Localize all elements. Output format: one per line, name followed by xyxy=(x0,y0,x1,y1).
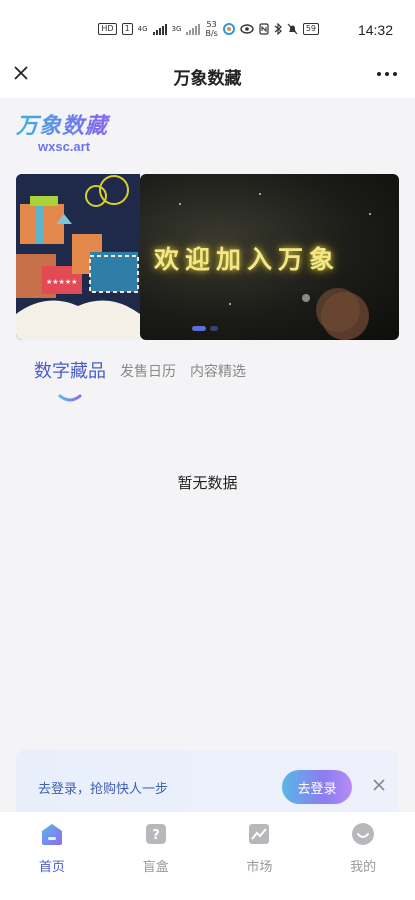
more-icon[interactable] xyxy=(377,72,397,76)
market-icon xyxy=(249,824,270,844)
banner-slide-gifts[interactable]: ★★★★★ xyxy=(16,174,140,340)
logo-domain: wxsc.art xyxy=(38,139,91,154)
signal-3g-label: 3G xyxy=(171,25,182,33)
svg-text:★★★★★: ★★★★★ xyxy=(46,278,77,286)
title-bar: 万象数藏 xyxy=(0,56,415,98)
signal-4g-label: 4G xyxy=(137,25,148,33)
bluetooth-icon xyxy=(274,23,282,35)
logo-name: 万象数藏 xyxy=(16,114,146,140)
gift-boxes-illustration: ★★★★★ xyxy=(16,174,140,340)
status-icons: HD 1 4G 3G 53 B/s 59 xyxy=(98,20,319,38)
mute-bell-icon xyxy=(287,23,298,35)
nfc-icon xyxy=(259,23,269,35)
login-button[interactable]: 去登录 xyxy=(282,770,352,804)
blind-box-icon: ? xyxy=(145,824,166,844)
nav-label-blind-box: 盲盒 xyxy=(142,860,169,875)
nav-label-market: 市场 xyxy=(246,860,273,875)
bottom-nav: 首页 ? 盲盒 市场 我的 xyxy=(0,812,415,900)
tab-featured-content[interactable]: 内容精选 xyxy=(190,362,246,382)
login-prompt-message: 去登录，抢购快人一步 xyxy=(38,782,169,797)
nav-item-profile[interactable]: 我的 xyxy=(323,812,403,900)
brand-logo: 万象数藏 wxsc.art xyxy=(16,114,146,156)
empty-state-text: 暂无数据 xyxy=(177,474,238,492)
hd-badge: HD xyxy=(98,23,117,35)
speed-unit: B/s xyxy=(205,29,218,38)
profile-icon xyxy=(352,823,375,845)
banner-slide-welcome[interactable]: 欢迎加入万象 xyxy=(140,174,399,340)
tab-active-indicator xyxy=(58,394,82,402)
app-indicator-icon xyxy=(222,23,235,35)
speed-value: 53 xyxy=(206,20,217,29)
banner-carousel[interactable]: ★★★★★ 欢迎加入万象 xyxy=(16,174,399,340)
eye-icon xyxy=(240,24,254,34)
tab-digital-collectibles[interactable]: 数字藏品 xyxy=(34,362,106,382)
signal-icon-2 xyxy=(186,23,201,35)
signal-icon xyxy=(152,23,167,35)
status-time: 14:32 xyxy=(357,22,393,38)
carousel-dot-active[interactable] xyxy=(192,326,206,331)
network-speed: 53 B/s xyxy=(205,20,217,38)
content-tabs: 数字藏品 发售日历 内容精选 xyxy=(34,362,246,382)
tab-release-calendar[interactable]: 发售日历 xyxy=(120,362,176,382)
nav-item-market[interactable]: 市场 xyxy=(219,812,299,900)
carousel-dot[interactable] xyxy=(210,326,218,331)
close-icon[interactable] xyxy=(372,778,386,792)
carousel-dots xyxy=(192,326,218,331)
nav-item-blind-box[interactable]: ? 盲盒 xyxy=(116,812,196,900)
sim-badge: 1 xyxy=(121,23,133,35)
nav-label-home: 首页 xyxy=(38,860,65,875)
svg-text:?: ? xyxy=(152,828,160,843)
page-title: 万象数藏 xyxy=(173,69,242,88)
battery-indicator: 59 xyxy=(302,23,319,35)
home-icon xyxy=(41,824,62,845)
login-prompt-bar: 去登录，抢购快人一步 去登录 xyxy=(16,750,398,812)
nav-label-profile: 我的 xyxy=(350,860,377,875)
banner-welcome-text: 欢迎加入万象 xyxy=(154,245,341,274)
status-bar: HD 1 4G 3G 53 B/s 59 14:32 xyxy=(0,0,415,56)
nav-item-home[interactable]: 首页 xyxy=(12,812,92,900)
